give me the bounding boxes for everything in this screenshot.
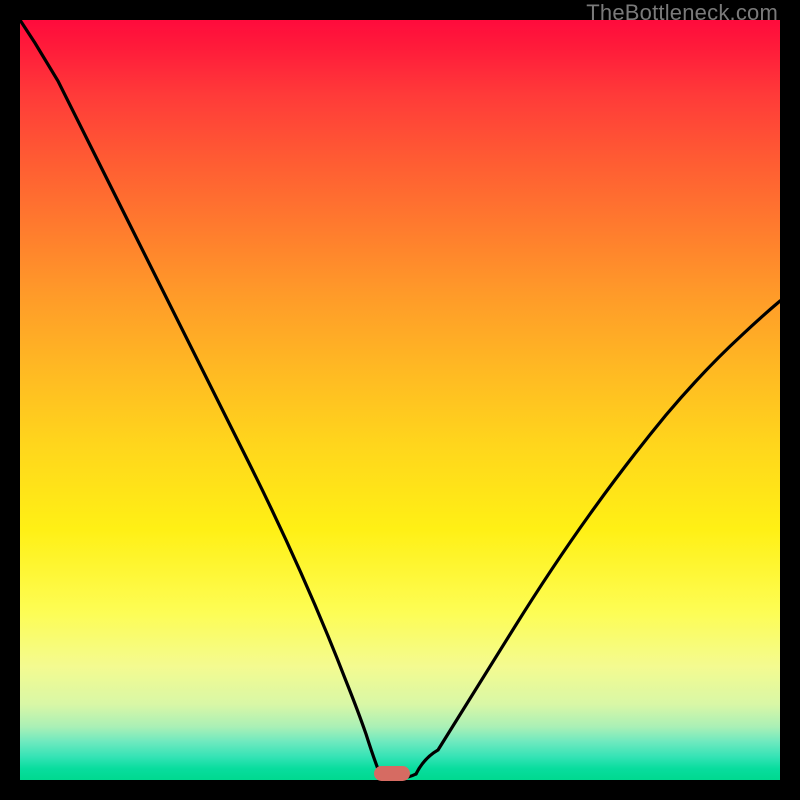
curve-right xyxy=(416,301,780,774)
bottleneck-marker xyxy=(374,766,410,781)
bottleneck-curve xyxy=(20,20,780,780)
chart-frame: TheBottleneck.com xyxy=(0,0,800,800)
plot-area xyxy=(20,20,780,780)
curve-left xyxy=(20,20,382,774)
watermark-text: TheBottleneck.com xyxy=(586,0,778,26)
